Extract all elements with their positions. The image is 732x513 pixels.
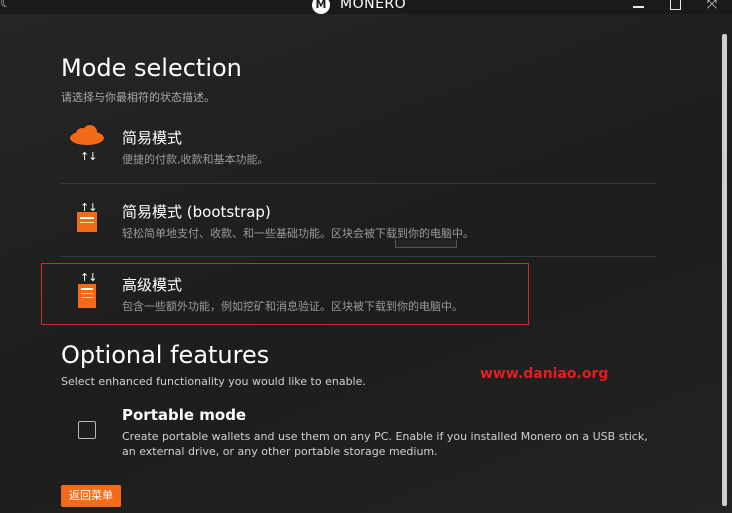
mode-selection-title: Mode selection [61, 54, 242, 82]
back-to-menu-button[interactable]: 返回菜单 [61, 485, 121, 507]
watermark-text: www.daniao.org [480, 366, 609, 382]
moon-icon[interactable]: ☾ [0, 0, 12, 11]
mode-option-title: 高级模式 [122, 276, 183, 294]
mode-option-simple[interactable]: ↑↓ 简易模式 便捷的付款,收款和基本功能。 [61, 125, 656, 173]
sync-arrows-icon: ↑↓ [80, 271, 97, 284]
mode-selection-subtitle: 请选择与你最相符的状态描述。 [61, 91, 215, 104]
node-large-icon [78, 284, 96, 308]
mode-option-title: 简易模式 [122, 129, 183, 147]
mode-option-description: 轻松简单地支付、收款、和一些基础功能。区块会被下载到你的电脑中。 [122, 227, 474, 240]
mode-option-advanced[interactable]: ↑↓ 高级模式 包含一些额外功能，例如挖矿和消息验证。区块被下载到你的电脑中。 [61, 271, 656, 320]
portable-mode-title: Portable mode [122, 406, 247, 424]
optional-features-title: Optional features [61, 341, 270, 369]
app-title: MONERO [340, 0, 407, 12]
node-small-icon [77, 212, 97, 232]
portable-mode-checkbox[interactable] [78, 421, 96, 439]
mode-option-bootstrap[interactable]: ↑↓ 简易模式 (bootstrap) 轻松简单地支付、收款、和一些基础功能。区… [61, 201, 656, 247]
portable-mode-description: Create portable wallets and use them on … [122, 430, 648, 458]
divider [61, 256, 656, 257]
mode-option-description: 包含一些额外功能，例如挖矿和消息验证。区块被下载到你的电脑中。 [122, 300, 463, 313]
close-icon[interactable]: ⤧ [700, 0, 724, 14]
mode-option-title: 简易模式 (bootstrap) [122, 203, 271, 221]
optional-features-subtitle: Select enhanced functionality you would … [61, 375, 366, 388]
divider [61, 183, 656, 184]
scrollbar[interactable] [722, 34, 727, 506]
maximize-icon[interactable] [668, 0, 684, 12]
monero-wizard-window: ☾ M MONERO ⤧ Mode selection 请选择与你最相符的状态描… [0, 0, 732, 513]
tooltip-fragment [395, 240, 457, 248]
minimize-icon[interactable] [631, 0, 647, 12]
monero-logo-icon: M [312, 0, 330, 14]
mode-option-description: 便捷的付款,收款和基本功能。 [122, 153, 269, 166]
sync-arrows-icon: ↑↓ [80, 150, 97, 163]
title-bar: ☾ M MONERO ⤧ [0, 0, 732, 14]
